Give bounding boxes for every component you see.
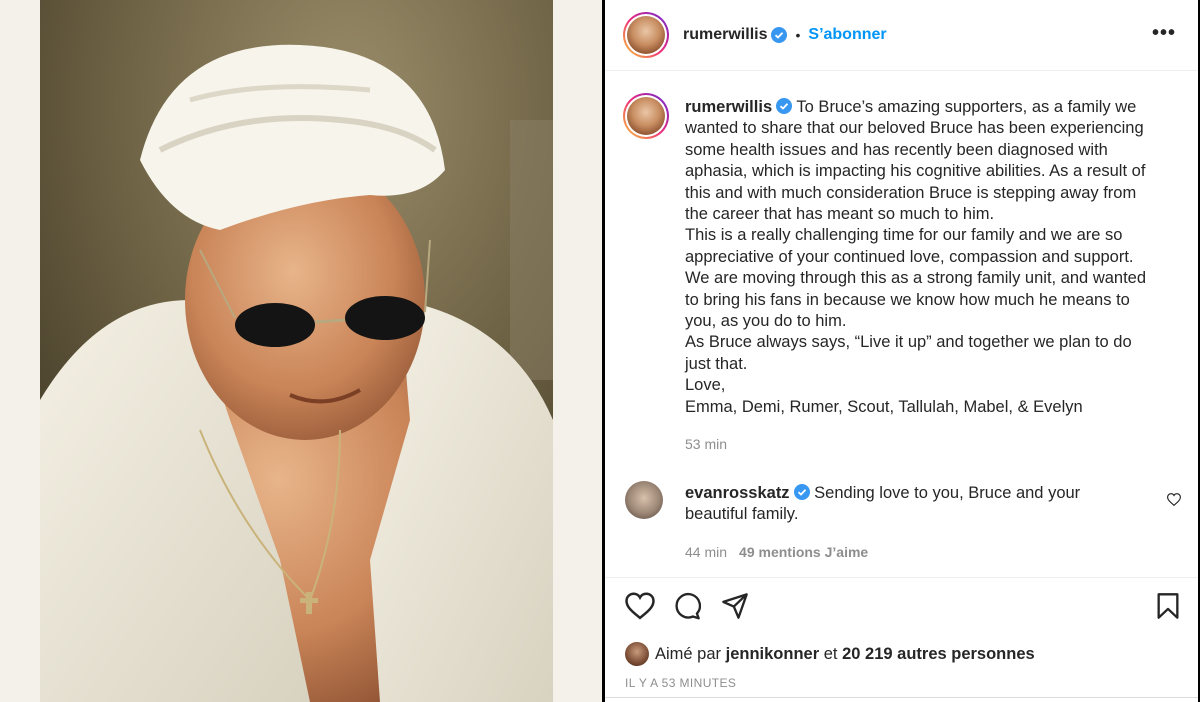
post-media-panel [0, 0, 603, 702]
caption-line-6: This is a really challenging time for ou… [685, 226, 1123, 245]
caption-line: rumerwillis To Bruce’s amazing supporter… [685, 97, 1185, 118]
verified-badge-icon [793, 484, 810, 500]
bottom-divider [605, 697, 1198, 698]
likes-count[interactable]: 20 219 autres personnes [842, 645, 1035, 664]
follow-button[interactable]: S’abonner [808, 26, 886, 44]
comment-likes[interactable]: 49 mentions J’aime [739, 544, 868, 560]
comment-line-2: beautiful family. [685, 505, 799, 524]
caption-line-11: As Bruce always says, “Live it up” and t… [685, 333, 1132, 352]
photo-illustration [40, 0, 553, 702]
comment-time[interactable]: 44 min [685, 544, 727, 560]
comment-like-heart-icon[interactable] [1167, 493, 1181, 506]
separator-dot: • [795, 27, 801, 43]
liker-avatar[interactable] [625, 642, 649, 666]
commenter-avatar[interactable] [625, 481, 663, 519]
caption-line-9: to bring his fans in because we know how… [685, 290, 1130, 309]
caption-line-13: Love, [685, 376, 726, 395]
caption-line-12: just that. [685, 354, 748, 373]
post-header: rumerwillis • S’abonner ••• [605, 0, 1198, 71]
caption-line-7: appreciative of your continued love, com… [685, 247, 1134, 266]
more-options-icon[interactable]: ••• [1152, 22, 1176, 45]
save-bookmark-icon[interactable] [1155, 592, 1181, 620]
caption-line-2: some health issues and has recently been… [685, 140, 1108, 159]
caption-line-1: wanted to share that our beloved Bruce h… [685, 119, 1144, 138]
author-info: rumerwillis • S’abonner [683, 26, 887, 44]
comment-text: evanrosskatz Sending love to you, Bruce … [685, 483, 1115, 526]
comment-line-1: Sending love to you, Bruce and your [814, 484, 1081, 502]
likes-middle: et [823, 644, 838, 663]
caption-line-0: To Bruce’s amazing supporters, as a fami… [796, 98, 1137, 116]
caption-line-10: you, as you do to him. [685, 312, 847, 331]
author-username[interactable]: rumerwillis [683, 26, 767, 44]
action-bar [623, 592, 1183, 626]
caption-time[interactable]: 53 min [685, 436, 727, 452]
comment-bubble-icon[interactable] [673, 592, 701, 620]
caption-line-14: Emma, Demi, Rumer, Scout, Tallulah, Mabe… [685, 397, 1083, 416]
caption-text: rumerwillis To Bruce’s amazing supporter… [685, 97, 1185, 418]
caption-line-8: We are moving through this as a strong f… [685, 269, 1147, 288]
likes-summary: Aimé par jennikonner et 20 219 autres pe… [625, 642, 1035, 666]
likes-prefix: Aimé par [655, 644, 722, 663]
verified-badge-icon [771, 27, 788, 43]
share-send-icon[interactable] [721, 592, 749, 620]
caption-line-3: aphasia, which is impacting his cognitiv… [685, 162, 1146, 181]
post-sidebar: rumerwillis • S’abonner ••• rumerwillis … [605, 0, 1200, 702]
commenter-username[interactable]: evanrosskatz [685, 484, 790, 502]
comment-meta: 44 min 49 mentions J’aime [685, 544, 868, 560]
post-photo[interactable] [40, 0, 553, 702]
actions-divider [605, 577, 1198, 578]
post-timestamp[interactable]: IL Y A 53 MINUTES [625, 676, 736, 690]
caption-line-4: this and with much consideration Bruce i… [685, 183, 1137, 202]
like-heart-icon[interactable] [625, 592, 655, 620]
verified-badge-icon [776, 98, 793, 114]
caption-author-username[interactable]: rumerwillis [685, 98, 772, 116]
author-avatar[interactable] [623, 12, 669, 58]
caption-line-5: the career that has meant so much to him… [685, 205, 995, 224]
caption-author-avatar[interactable] [623, 93, 669, 139]
liker-username[interactable]: jennikonner [726, 645, 820, 664]
